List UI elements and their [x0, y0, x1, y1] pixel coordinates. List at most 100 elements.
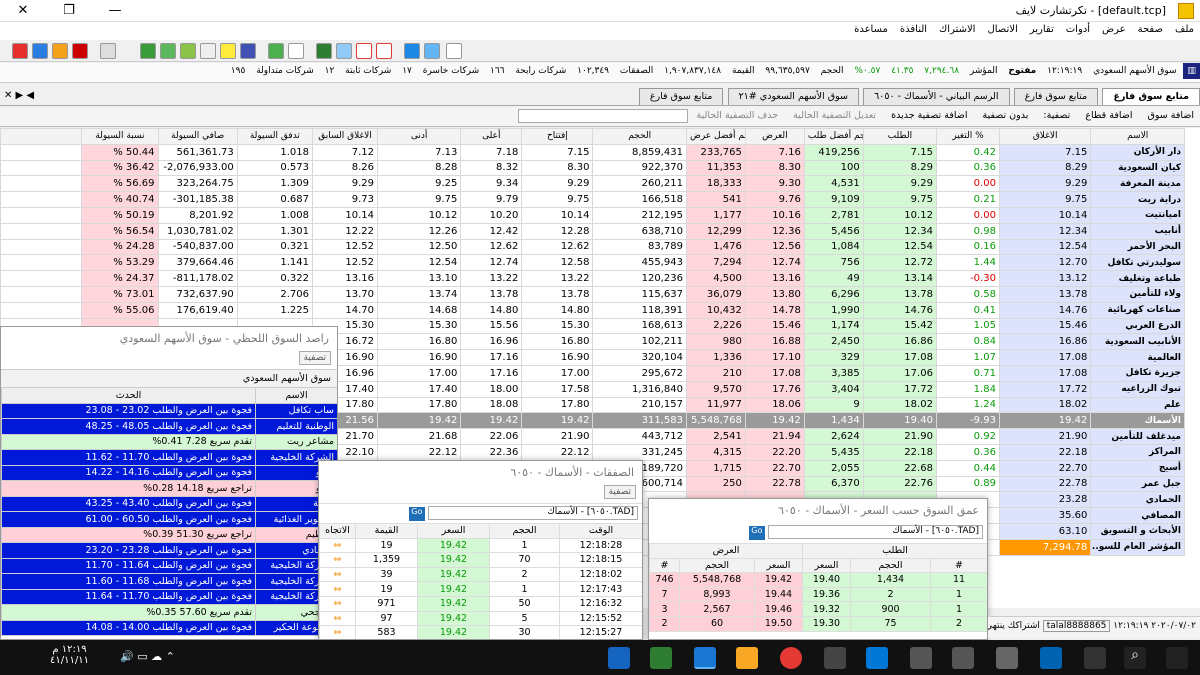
- tab-saudi-market[interactable]: سوق الأسهم السعودي #٢١: [727, 88, 859, 105]
- depth-go-icon[interactable]: Go: [748, 526, 765, 540]
- depth-row[interactable]: 7 8,993 19.44 19.36 2 1: [649, 586, 987, 603]
- col-header[interactable]: الاغلاق السابق: [311, 128, 379, 145]
- watchlist-row[interactable]: % 24.28 -540,837.00 0.321 12.52 12.50 12.62 12…: [0, 238, 1185, 256]
- depth-row[interactable]: 3 2,567 19.46 19.32 900 1: [649, 601, 987, 617]
- menu-window[interactable]: النافذة: [894, 22, 933, 37]
- filter-select[interactable]: بدون تصفية: [977, 107, 1035, 124]
- market-icon[interactable]: [316, 43, 332, 59]
- restore-window-button[interactable]: ❐: [46, 0, 92, 22]
- open-icon[interactable]: [424, 43, 440, 59]
- menu-connection[interactable]: الاتصال: [981, 22, 1023, 37]
- watchlist-row[interactable]: % 56.69 323,264.75 1.309 9.29 9.25 9.34 9.29 26…: [0, 175, 1185, 193]
- tab-nav-arrows[interactable]: ◀ ▶ ✕: [4, 90, 34, 101]
- flash-row[interactable]: باعظيمتراجع سريع 51.30 0.39%: [1, 526, 337, 543]
- add-sector-button[interactable]: اضافة قطاع: [1079, 107, 1138, 124]
- system-tray-icons[interactable]: 🔊 ▭ ☁ ⌃: [120, 650, 175, 663]
- market-name[interactable]: سوق الأسهم السعودي: [1089, 63, 1181, 79]
- tab-watchlist-active[interactable]: متابع سوق فارغ: [1102, 88, 1200, 105]
- menu-page[interactable]: صفحة: [1132, 22, 1169, 37]
- import-icon[interactable]: [100, 43, 116, 59]
- taskbar-tickerchart-icon[interactable]: [694, 647, 716, 669]
- col-header[interactable]: الطلب: [862, 128, 937, 145]
- menu-file[interactable]: ملف: [1169, 22, 1200, 37]
- clock[interactable]: ١٢:١٩ م ٤١/١١/١١: [50, 644, 89, 666]
- chart-icon[interactable]: [140, 43, 156, 59]
- menu-view[interactable]: عرض: [1096, 22, 1132, 37]
- col-header[interactable]: حجم أفضل طلب: [803, 128, 864, 145]
- flash-row[interactable]: الراجحيتقدم سريع 57.60 0.35%: [1, 604, 337, 621]
- bug-icon[interactable]: [72, 43, 88, 59]
- taskbar-calendar-icon[interactable]: [952, 647, 974, 669]
- taskbar-search-icon[interactable]: ⌕: [1124, 647, 1146, 669]
- save-icon[interactable]: [404, 43, 420, 59]
- col-header[interactable]: العرض: [744, 128, 805, 145]
- watchlist-row[interactable]: % 73.01 732,637.90 2.706 13.70 13.74 13.78 13.…: [0, 285, 1185, 303]
- trade-row[interactable]: ⇔ 19 19.42 1 12:18:28: [319, 537, 642, 554]
- flash-row[interactable]: مشاعر ريت تقدم سريع 7.28 0.41%: [1, 433, 337, 450]
- flag-icon[interactable]: [356, 43, 372, 59]
- flash-row[interactable]: الحماديفجوة بين العرض والطلب 23.28 - 23.…: [1, 542, 337, 559]
- col-header[interactable]: الاغلاق: [998, 128, 1092, 145]
- flash-row[interactable]: ميكوتراجع سريع 14.18 0.28%: [1, 480, 337, 497]
- watchlist-row[interactable]: % 40.74 -301,185.38 0.687 9.73 9.75 9.79 9.75 1…: [0, 191, 1185, 208]
- flash-row[interactable]: الشركة الخليجية فجوة بين العرض والطلب 11.…: [1, 588, 337, 605]
- menu-help[interactable]: مساعدة: [848, 22, 894, 37]
- bell-icon[interactable]: [220, 43, 236, 59]
- col-header[interactable]: نسبة السيولة: [81, 128, 159, 145]
- taskbar-calculator-icon[interactable]: [910, 647, 932, 669]
- trade-row[interactable]: ⇔ 97 19.42 5 12:15:52: [319, 610, 642, 627]
- eye-icon[interactable]: [200, 43, 216, 59]
- col-header[interactable]: الحجم: [592, 128, 687, 145]
- minimize-window-button[interactable]: —: [92, 0, 138, 22]
- alert-icon[interactable]: [52, 43, 68, 59]
- flash-filter-button[interactable]: تصفية: [298, 351, 331, 365]
- flash-row[interactable]: مجموعة الحكير فجوة بين العرض والطلب 14.00…: [1, 619, 337, 636]
- watchlist-row[interactable]: % 50.19 8,201.92 1.008 10.14 10.12 10.20 10.14…: [0, 206, 1185, 224]
- taskbar-chart-icon[interactable]: [650, 647, 672, 669]
- tab-chart[interactable]: الرسم البياني - الأسماك - ٦٠٥٠: [863, 88, 1010, 105]
- col-header[interactable]: التغير %: [935, 128, 1000, 145]
- trade-row[interactable]: ⇔ 39 19.42 2 12:18:02: [319, 566, 642, 583]
- watchlist-row[interactable]: % 36.42 -2,076,933.00 0.573 8.26 8.28 8.32 8.3…: [0, 159, 1185, 177]
- flash-row[interactable]: الشركة الخليجية فجوة بين العرض والطلب 11.…: [1, 573, 337, 590]
- taskbar-taskview-icon[interactable]: [1084, 647, 1106, 669]
- flash-row[interactable]: الشركة الخليجية فجوة بين العرض والطلب 11.…: [1, 557, 337, 574]
- trade-row[interactable]: ⇔ 971 19.42 50 12:16:32: [319, 595, 642, 612]
- menu-tools[interactable]: أدوات: [1060, 22, 1096, 37]
- calendar-icon[interactable]: [288, 43, 304, 59]
- menu-subscription[interactable]: الاشتراك: [933, 22, 981, 37]
- money-icon[interactable]: [268, 43, 284, 59]
- col-header[interactable]: صافي السيولة: [157, 128, 238, 145]
- close-window-button[interactable]: ✕: [0, 0, 46, 22]
- depth-symbol-input[interactable]: [TAD.٦٠٥٠] - الأسماك: [768, 525, 983, 539]
- col-header[interactable]: أعلى: [460, 128, 523, 145]
- flash-row[interactable]: ميكوفجوة بين العرض والطلب 14.16 - 14.22: [1, 464, 337, 481]
- flash-row[interactable]: الشركة الخليجية فجوة بين العرض والطلب 11.…: [1, 449, 337, 466]
- flash-market-select[interactable]: سوق الأسهم السعودي: [1, 369, 337, 387]
- delete-filter-button[interactable]: حذف التصفية الحالية: [691, 107, 785, 124]
- trades-symbol-input[interactable]: [TAD.٦٠٥٠] - الأسماك: [428, 506, 638, 520]
- watchlist-row[interactable]: % 24.37 -811,178.02 0.322 13.16 13.10 13.22 13…: [0, 270, 1185, 287]
- menu-reports[interactable]: تقارير: [1024, 22, 1060, 37]
- flash-row[interactable]: التطوير الغذائية فجوة بين العرض والطلب 60…: [1, 511, 337, 528]
- trade-row[interactable]: ⇔ 583 19.42 30 12:15:27: [319, 625, 642, 639]
- power-icon[interactable]: [12, 43, 28, 59]
- depth-row[interactable]: 746 5,548,768 19.42 19.40 1,434 11: [649, 572, 987, 588]
- col-header[interactable]: أدنى: [377, 128, 462, 145]
- flash-row[interactable]: ساب تكافل فجوة بين العرض والطلب 23.02 - 2…: [1, 402, 337, 419]
- layout-icon[interactable]: [446, 43, 462, 59]
- taskbar-app-icon[interactable]: [608, 647, 630, 669]
- watchlist-row[interactable]: % 53.29 379,664.46 1.141 12.52 12.54 12.74 12.…: [0, 254, 1185, 272]
- col-header[interactable]: إفتتاح: [521, 128, 594, 145]
- depth-row[interactable]: 2 60 19.50 19.30 75 2: [649, 615, 987, 632]
- bookmark-icon[interactable]: [376, 43, 392, 59]
- flash-row[interactable]: الوطنية للتعليم فجوة بين العرض والطلب 48.…: [1, 418, 337, 435]
- taskbar-chrome-icon[interactable]: [780, 647, 802, 669]
- col-header[interactable]: الاسم: [1090, 128, 1185, 145]
- add-market-button[interactable]: اضافة سوق: [1142, 107, 1200, 124]
- go-button-icon[interactable]: Go: [408, 507, 425, 521]
- col-header[interactable]: تدفق السيولة: [236, 128, 313, 145]
- taskbar-tickerchart-2-icon[interactable]: [736, 647, 758, 669]
- search-input[interactable]: [517, 108, 688, 123]
- watchlist-row[interactable]: % 56.54 1,030,781.02 1.301 12.22 12.26 12.42 1…: [0, 222, 1185, 240]
